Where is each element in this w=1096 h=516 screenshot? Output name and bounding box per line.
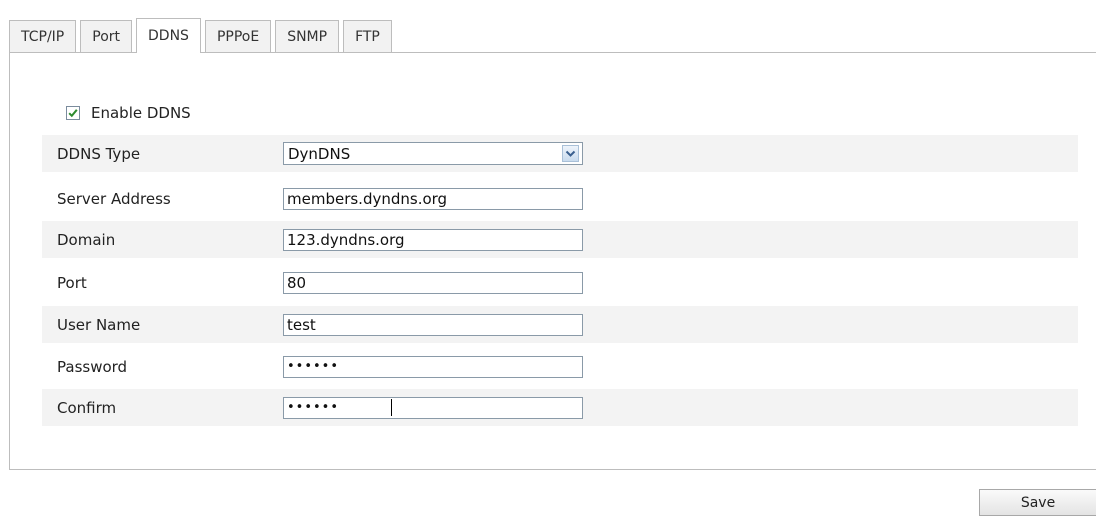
ddns-type-label: DDNS Type [57, 144, 141, 163]
enable-ddns-label: Enable DDNS [91, 104, 191, 122]
text-cursor [391, 399, 392, 416]
port-input[interactable] [283, 271, 583, 294]
confirm-label: Confirm [57, 398, 117, 417]
user-name-input[interactable] [283, 313, 583, 336]
user-name-label: User Name [57, 315, 141, 334]
server-address-row: Server Address [42, 180, 1078, 217]
domain-label: Domain [57, 230, 116, 249]
ddns-type-value: DynDNS [288, 144, 351, 163]
password-label: Password [57, 357, 128, 376]
enable-ddns-checkbox[interactable] [66, 106, 80, 120]
domain-input[interactable] [283, 228, 583, 251]
tab-tcp-ip[interactable]: TCP/IP [9, 20, 77, 53]
chevron-down-icon[interactable] [562, 145, 579, 162]
domain-row: Domain [42, 221, 1078, 258]
ddns-settings-panel: Enable DDNS DDNS Type DynDNS Server Addr… [9, 52, 1096, 470]
confirm-password-input[interactable] [283, 396, 583, 419]
tab-bar: TCP/IP Port DDNS PPPoE SNMP FTP [9, 18, 396, 53]
save-button[interactable]: Save [979, 489, 1096, 516]
ddns-type-select[interactable]: DynDNS [283, 142, 583, 165]
tab-ftp[interactable]: FTP [343, 20, 392, 53]
tab-pppoe[interactable]: PPPoE [204, 20, 272, 53]
tab-snmp[interactable]: SNMP [275, 20, 340, 53]
password-row: Password [42, 348, 1078, 385]
enable-ddns-row: Enable DDNS [66, 101, 191, 125]
port-row: Port [42, 264, 1078, 301]
tab-port[interactable]: Port [80, 20, 133, 53]
user-name-row: User Name [42, 306, 1078, 343]
server-address-label: Server Address [57, 189, 171, 208]
server-address-input[interactable] [283, 187, 583, 210]
checkmark-icon [68, 109, 78, 118]
ddns-type-row: DDNS Type DynDNS [42, 135, 1078, 172]
port-label: Port [57, 273, 87, 292]
password-input[interactable] [283, 355, 583, 378]
confirm-row: Confirm [42, 389, 1078, 426]
tab-ddns[interactable]: DDNS [136, 18, 201, 53]
